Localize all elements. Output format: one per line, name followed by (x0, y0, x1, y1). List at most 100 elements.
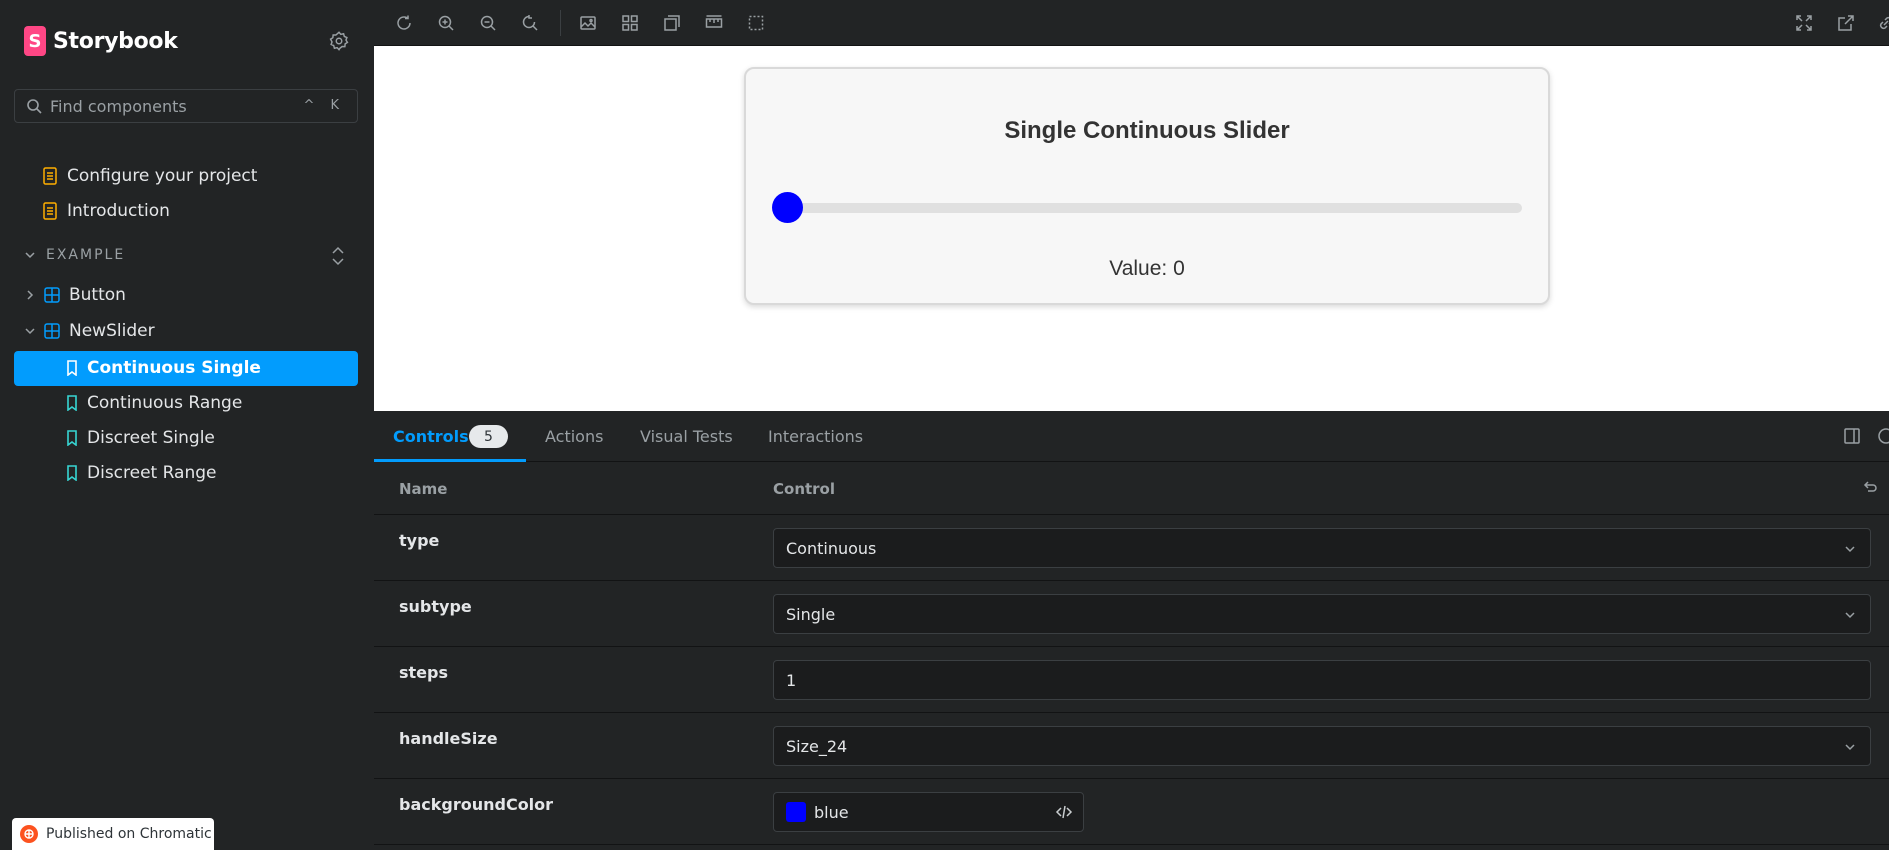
subtype-select[interactable]: Single (773, 594, 1871, 634)
chevron-down-icon (1845, 546, 1855, 553)
select-value: Single (786, 604, 836, 624)
chevron-right-icon (27, 290, 34, 300)
column-name-header: Name (399, 480, 448, 498)
storybook-brand[interactable]: S Storybook (24, 26, 178, 56)
link-icon[interactable] (1874, 11, 1889, 35)
sidebar-item-introduction[interactable]: Introduction (42, 194, 170, 228)
story-label: Continuous Range (87, 393, 243, 413)
tab-actions[interactable]: Actions (545, 427, 603, 446)
sidebar-item-label: NewSlider (69, 321, 155, 341)
settings-gear-icon[interactable] (328, 30, 352, 54)
story-continuous-range[interactable]: Continuous Range (66, 386, 242, 420)
select-value: Continuous (786, 538, 877, 558)
controls-count-badge: 5 (469, 425, 508, 448)
handlesize-select[interactable]: Size_24 (773, 726, 1871, 766)
control-name: backgroundColor (399, 795, 554, 814)
sidebar: S Storybook ^ K Configure your project I… (0, 0, 374, 850)
story-continuous-single[interactable]: Continuous Single (66, 351, 261, 385)
sidebar-item-newslider[interactable]: NewSlider (24, 314, 155, 348)
column-control-header: Control (773, 480, 836, 498)
type-select[interactable]: Continuous (773, 528, 1871, 568)
story-label: Discreet Single (87, 428, 215, 448)
zoom-in-icon[interactable] (434, 11, 458, 35)
slider-title: Single Continuous Slider (1004, 117, 1290, 144)
controls-table-header: Name Control (374, 462, 1889, 515)
panel-tabs: Controls 5 Actions Visual Tests Interact… (374, 411, 1889, 462)
search-box[interactable]: ^ K (14, 89, 358, 123)
toolbar-divider (560, 10, 561, 36)
measure-ruler-icon[interactable] (702, 11, 726, 35)
tab-interactions[interactable]: Interactions (768, 427, 863, 446)
sidebar-section-example[interactable]: EXAMPLE (24, 247, 125, 263)
component-grid-icon (44, 287, 60, 303)
control-row-subtype: subtype Single (374, 581, 1889, 647)
story-label: Continuous Single (87, 358, 261, 378)
grid-icon[interactable] (618, 11, 642, 35)
search-icon (27, 99, 42, 114)
sidebar-item-configure[interactable]: Configure your project (42, 159, 257, 193)
document-icon (43, 167, 57, 185)
bookmark-icon (67, 360, 77, 376)
fullscreen-icon[interactable] (1792, 11, 1816, 35)
control-row-steps: steps 1 (374, 647, 1889, 713)
code-toggle-icon[interactable] (1055, 803, 1073, 821)
preview-toolbar (374, 0, 1889, 46)
sidebar-item-label: Button (69, 285, 126, 305)
addons-panel: Controls 5 Actions Visual Tests Interact… (374, 411, 1889, 850)
sidebar-item-button[interactable]: Button (24, 278, 126, 312)
slider-thumb[interactable] (772, 192, 803, 223)
search-shortcut: ^ K (303, 98, 345, 113)
color-swatch[interactable] (786, 802, 806, 822)
control-name: steps (399, 663, 448, 682)
control-row-type: type Continuous (374, 515, 1889, 581)
reload-icon[interactable] (392, 11, 416, 35)
select-value: Size_24 (786, 736, 848, 756)
reset-controls-icon[interactable] (1858, 476, 1882, 500)
panel-layout-icon[interactable] (1840, 424, 1864, 448)
chromatic-label: Published on Chromatic (46, 826, 212, 842)
search-input[interactable] (50, 96, 300, 116)
panel-close-icon[interactable] (1874, 424, 1889, 448)
story-discreet-range[interactable]: Discreet Range (66, 456, 217, 490)
sidebar-item-label: Introduction (67, 201, 170, 221)
document-icon (43, 202, 57, 220)
chevron-down-icon (25, 328, 35, 335)
brand-name: Storybook (53, 28, 178, 54)
zoom-out-icon[interactable] (476, 11, 500, 35)
control-name: handleSize (399, 729, 498, 748)
control-row-handlesize: handleSize Size_24 (374, 713, 1889, 779)
input-value: 1 (786, 670, 797, 690)
chevron-down-icon (1845, 744, 1855, 751)
slider-value-text: Value: 0 (1109, 257, 1185, 280)
bookmark-icon (67, 430, 77, 446)
bookmark-icon (67, 465, 77, 481)
bookmark-icon (67, 395, 77, 411)
control-name: type (399, 531, 440, 550)
viewport-icon[interactable] (660, 11, 684, 35)
slider-track[interactable] (774, 203, 1522, 213)
color-value: blue (814, 802, 849, 822)
chevron-down-icon (1845, 612, 1855, 619)
chromatic-badge[interactable]: Published on Chromatic (12, 818, 214, 850)
steps-input[interactable]: 1 (773, 660, 1871, 700)
background-image-icon[interactable] (576, 11, 600, 35)
outline-icon[interactable] (744, 11, 768, 35)
control-row-backgroundcolor: backgroundColor blue (374, 779, 1889, 845)
chromatic-logo-icon (20, 825, 38, 843)
tab-visual-tests[interactable]: Visual Tests (640, 427, 733, 446)
tab-controls[interactable]: Controls (393, 427, 469, 446)
story-discreet-single[interactable]: Discreet Single (66, 421, 215, 455)
control-name: subtype (399, 597, 472, 616)
open-new-tab-icon[interactable] (1834, 11, 1858, 35)
backgroundcolor-picker[interactable]: blue (773, 792, 1084, 832)
sidebar-item-label: Configure your project (67, 166, 258, 186)
story-label: Discreet Range (87, 463, 217, 483)
section-label: EXAMPLE (46, 247, 126, 263)
component-grid-icon (44, 323, 60, 339)
chevron-down-icon (25, 252, 35, 259)
zoom-reset-icon[interactable] (518, 11, 542, 35)
story-preview: Single Continuous Slider Value: 0 (374, 46, 1889, 411)
slider-card: Single Continuous Slider Value: 0 (744, 67, 1550, 305)
expand-collapse-icon[interactable] (330, 245, 346, 271)
storybook-logo-icon: S (24, 26, 46, 56)
